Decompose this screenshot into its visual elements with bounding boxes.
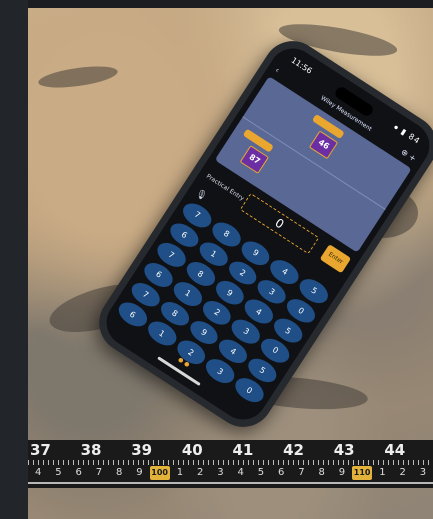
- ruler-bottom-number: 110: [352, 466, 373, 480]
- ruler-bottom-numbers: 4 5 6 7 8 9 100 1 2 3 4 5 6 7 8 9 110 1 2 3: [28, 466, 433, 480]
- ruler-bottom-number: 5: [257, 467, 265, 478]
- ruler-top-number: 41: [232, 441, 254, 459]
- ruler-edge: [28, 482, 433, 484]
- ruler-top-number: 44: [384, 441, 406, 459]
- dark-sidebar: [0, 0, 28, 519]
- enter-button[interactable]: Enter: [319, 244, 352, 274]
- top-bar: [28, 0, 433, 8]
- ruler-bottom-number: 9: [136, 467, 143, 478]
- ruler-top-number: 43: [333, 441, 355, 459]
- status-time: 11:56: [289, 55, 314, 76]
- ruler-bottom-number: 2: [196, 467, 204, 478]
- ruler-bottom-number: 3: [419, 467, 427, 478]
- ruler-bottom-number: 1: [176, 467, 184, 478]
- ruler-bottom-number: 8: [318, 467, 325, 478]
- ruler-bottom-number: 6: [75, 467, 82, 478]
- ruler-bottom-number: 7: [298, 467, 305, 478]
- ruler-bottom-number: 2: [399, 467, 406, 478]
- ruler-top-number: 40: [181, 441, 203, 459]
- ruler-bottom-number: 5: [55, 467, 62, 478]
- ruler-bottom-number: 100: [149, 466, 170, 480]
- smartphone: 11:56 ⦁ ▮ 84 ‹ Wiley Measurement ⊕ + 46 …: [87, 29, 433, 439]
- ruler-bottom-number: 3: [217, 467, 224, 478]
- surface-stain: [37, 62, 119, 92]
- ruler-bottom-number: 1: [379, 467, 386, 478]
- ruler-bottom-number: 7: [95, 467, 103, 478]
- ruler-top-number: 38: [80, 441, 102, 459]
- back-chevron-icon[interactable]: ‹: [274, 66, 282, 75]
- ruler-top-number: 42: [283, 441, 304, 459]
- microphone-icon[interactable]: 🎙: [193, 188, 208, 203]
- ruler-top-number: 37: [30, 441, 51, 459]
- ruler-top-numbers: 37 38 39 40 41 42 43 44: [28, 440, 433, 460]
- ruler-bottom-number: 4: [34, 467, 42, 478]
- ruler-bottom-number: 9: [338, 467, 346, 478]
- measuring-tape: 37 38 39 40 41 42 43 44 4 5 6 7 8 9 100 1 2 3 4 5 6 7 8 9 110 1 2…: [28, 440, 433, 488]
- ruler-bottom-number: 4: [237, 467, 244, 478]
- ruler-ticks: [28, 460, 433, 465]
- ruler-bottom-number: 8: [115, 467, 123, 478]
- ruler-bottom-number: 6: [277, 467, 285, 478]
- ruler-top-number: 39: [131, 441, 153, 459]
- entry-label: Practical Entry: [204, 172, 246, 203]
- nav-actions-icon[interactable]: ⊕ +: [399, 147, 417, 163]
